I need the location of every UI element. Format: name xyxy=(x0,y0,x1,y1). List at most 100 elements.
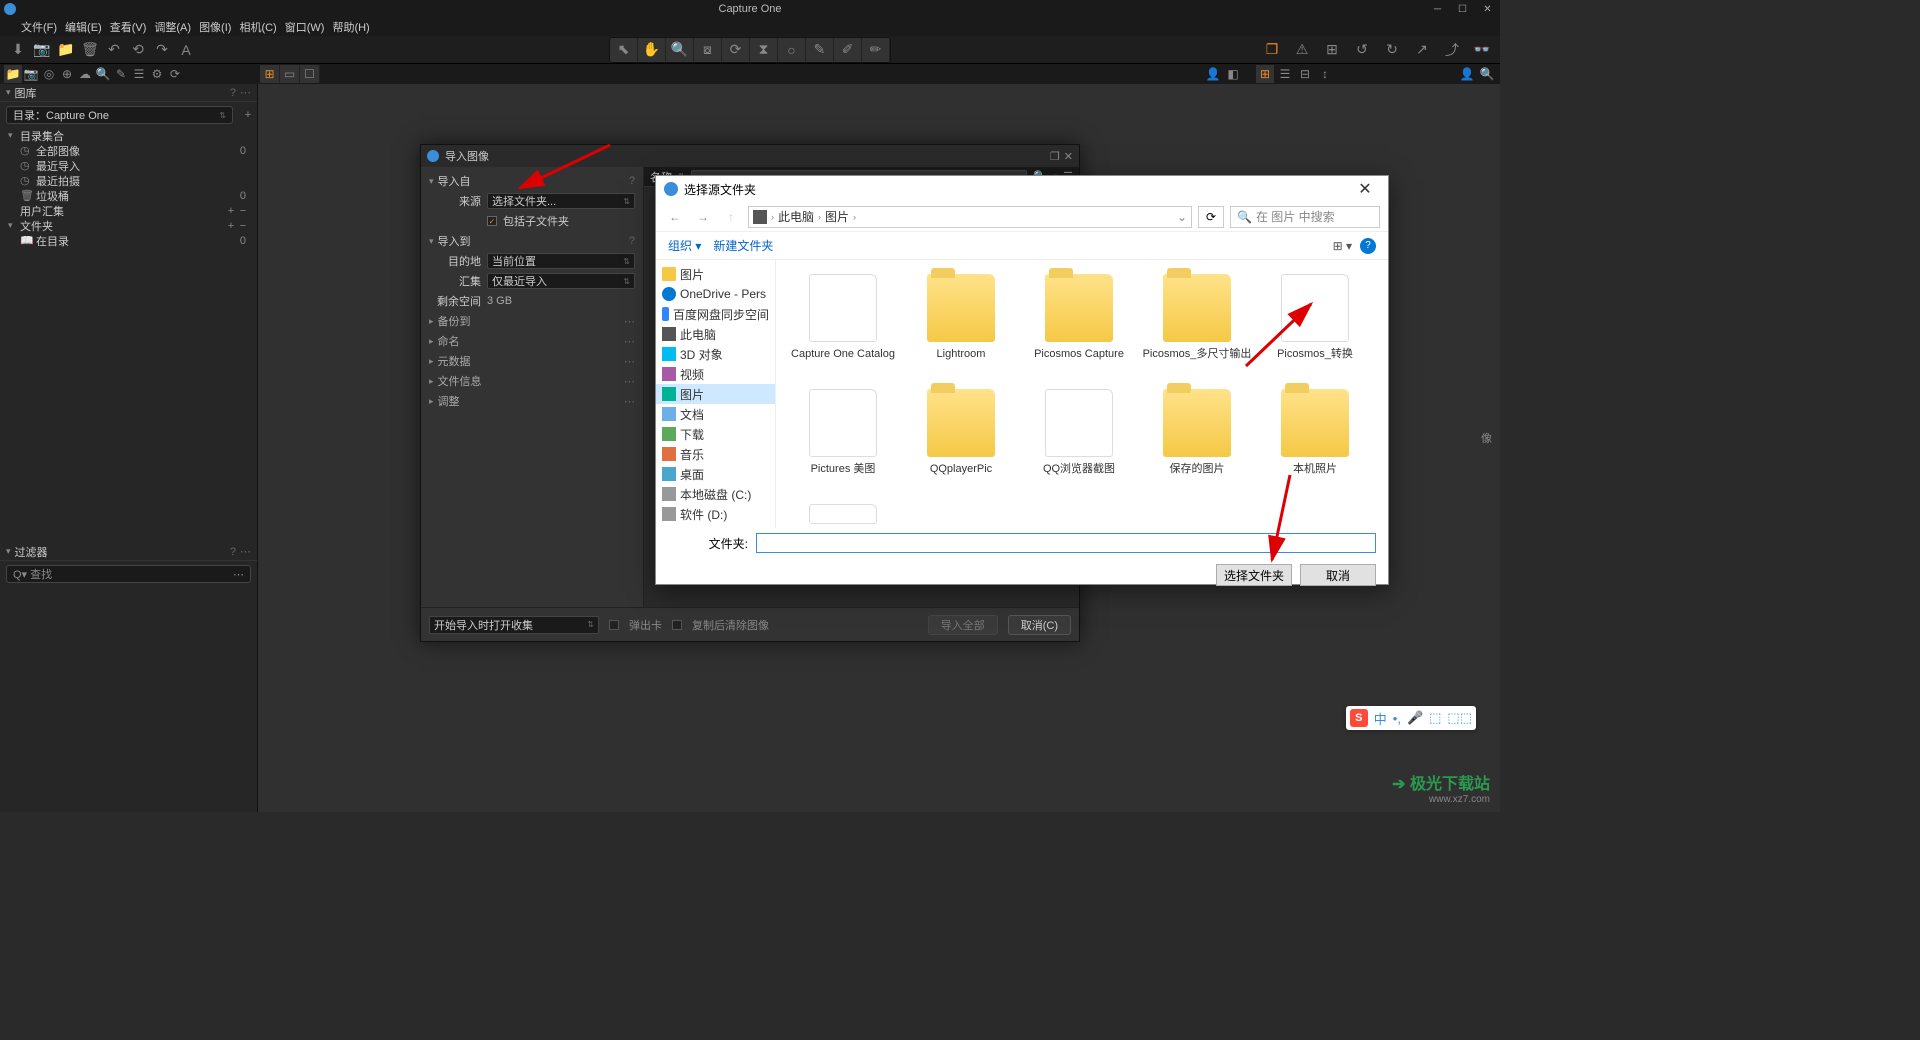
import-cancel-button[interactable]: 取消(C) xyxy=(1008,615,1071,635)
windows-icon[interactable]: ❐ xyxy=(1260,38,1284,62)
ime-lang-button[interactable]: 中 xyxy=(1374,709,1387,728)
reset-icon[interactable]: ⟲ xyxy=(126,38,150,62)
tab-capture-icon[interactable]: 📷 xyxy=(22,65,40,83)
trash-icon[interactable]: 🗑 xyxy=(78,38,102,62)
loupe-icon[interactable]: 🔍 xyxy=(666,38,694,62)
addr-dropdown-icon[interactable]: ⌄ xyxy=(1177,210,1187,224)
ime-toolbar[interactable]: S 中 •, 🎤 ⬚ ⬚⬚ xyxy=(1346,706,1476,730)
dialog-restore-icon[interactable]: ❐ xyxy=(1050,150,1060,163)
section-adjust[interactable]: ▸调整⋯ xyxy=(421,391,643,411)
tree-group-catalog[interactable]: ▾目录集合 xyxy=(0,128,257,143)
folder-dialog-close-button[interactable]: ✕ xyxy=(1350,179,1380,199)
add-icon[interactable]: + xyxy=(225,205,237,217)
tree-item[interactable]: OneDrive - Pers xyxy=(656,284,775,304)
filter-menu-icon[interactable]: ⋯ xyxy=(240,545,251,558)
tab-meta-icon[interactable]: ☰ xyxy=(130,65,148,83)
rotate-ccw-icon[interactable]: ↺ xyxy=(1350,38,1374,62)
rview-info-icon[interactable]: ⊟ xyxy=(1296,65,1314,83)
tab-color-icon[interactable]: ⊕ xyxy=(58,65,76,83)
filter-help-icon[interactable]: ? xyxy=(230,546,236,558)
rotate-icon[interactable]: ⟳ xyxy=(722,38,750,62)
tree-item[interactable]: 3D 对象 xyxy=(656,344,775,364)
catalog-selector[interactable]: 目录：Capture One ⇅ xyxy=(6,106,233,124)
import-icon[interactable]: ⬇ xyxy=(6,38,30,62)
user-icon[interactable]: 👤 xyxy=(1204,65,1222,83)
section-import-to[interactable]: ▾导入到? xyxy=(421,231,643,251)
rview-grid-icon[interactable]: ⊞ xyxy=(1256,65,1274,83)
folder-item[interactable]: Capture One Catalog xyxy=(784,268,902,383)
ime-voice-button[interactable]: 🎤 xyxy=(1407,710,1423,726)
add-folder-icon[interactable]: + xyxy=(225,220,237,232)
undo-icon[interactable]: ↶ xyxy=(102,38,126,62)
view-mode-icon[interactable]: ⊞ ▾ xyxy=(1333,239,1352,253)
tree-item[interactable]: 下载 xyxy=(656,424,775,444)
section-import-from[interactable]: ▾导入自? xyxy=(421,171,643,191)
folder-item[interactable]: 本机照片 xyxy=(1256,383,1374,498)
section-backup[interactable]: ▸备份到⋯ xyxy=(421,311,643,331)
auto-icon[interactable]: A xyxy=(174,38,198,62)
refresh-button[interactable]: ⟳ xyxy=(1198,206,1224,228)
tree-item[interactable]: 图片 xyxy=(656,264,775,284)
tree-recent-import[interactable]: ◷最近导入 xyxy=(0,158,257,173)
menu-edit[interactable]: 编辑(E) xyxy=(62,19,105,35)
hand-icon[interactable]: ✋ xyxy=(638,38,666,62)
folder-search-input[interactable]: 🔍 在 图片 中搜索 xyxy=(1230,206,1380,228)
folder-item[interactable]: 保存的图片 xyxy=(1138,383,1256,498)
folder-item[interactable]: Picosmos Capture xyxy=(1020,268,1138,383)
keystone-icon[interactable]: ⧗ xyxy=(750,38,778,62)
add-catalog-button[interactable]: + xyxy=(239,109,257,121)
tab-batch-icon[interactable]: ⟳ xyxy=(166,65,184,83)
tree-item[interactable]: 此电脑 xyxy=(656,324,775,344)
folder-item[interactable]: Pictures 美图 xyxy=(784,383,902,498)
include-subfolders-checkbox[interactable]: ✓ xyxy=(487,216,497,226)
close-button[interactable]: ✕ xyxy=(1475,0,1500,18)
panel-filter-head[interactable]: ▾ 过滤器 ? ⋯ xyxy=(0,543,257,561)
glasses-icon[interactable]: 👓 xyxy=(1470,38,1494,62)
tree-item[interactable]: 软件 (D:) xyxy=(656,504,775,524)
help-icon[interactable]: ? xyxy=(1360,238,1376,254)
destination-selector[interactable]: 当前位置⇅ xyxy=(487,253,635,269)
new-folder-button[interactable]: 新建文件夹 xyxy=(713,237,773,254)
redo-icon[interactable]: ↷ xyxy=(150,38,174,62)
ime-punct-button[interactable]: •, xyxy=(1393,711,1401,726)
view-filmstrip-icon[interactable]: ▭ xyxy=(280,65,300,83)
section-fileinfo[interactable]: ▸文件信息⋯ xyxy=(421,371,643,391)
panel-library-head[interactable]: ▾ 图库 ? ⋯ xyxy=(0,84,257,102)
section-metadata[interactable]: ▸元数据⋯ xyxy=(421,351,643,371)
warning-icon[interactable]: ⚠ xyxy=(1290,38,1314,62)
filter-search-input[interactable]: Q▾ 查找 ⋯ xyxy=(6,565,251,583)
menu-view[interactable]: 查看(V) xyxy=(107,19,150,35)
rview-list-icon[interactable]: ☰ xyxy=(1276,65,1294,83)
menu-window[interactable]: 窗口(W) xyxy=(282,19,328,35)
tab-adjust-icon[interactable]: ✎ xyxy=(112,65,130,83)
menu-file[interactable]: 文件(F) xyxy=(18,19,60,35)
ime-logo-icon[interactable]: S xyxy=(1350,709,1368,727)
organize-menu[interactable]: 组织 ▾ xyxy=(668,237,701,254)
dialog-close-icon[interactable]: ✕ xyxy=(1064,150,1073,163)
minimize-button[interactable]: ─ xyxy=(1425,0,1450,18)
address-bar[interactable]: › 此电脑 › 图片 › ⌄ xyxy=(748,206,1192,228)
mask-grad-icon[interactable]: ✏ xyxy=(862,38,890,62)
folder-item[interactable]: QQplayerPic xyxy=(902,383,1020,498)
tree-all-images[interactable]: ◷全部图像0 xyxy=(0,143,257,158)
folder-item[interactable]: QQ浏览器截图 xyxy=(1020,383,1138,498)
collection-selector[interactable]: 仅最近导入⇅ xyxy=(487,273,635,289)
grid-icon[interactable]: ⊞ xyxy=(1320,38,1344,62)
folder-dialog-titlebar[interactable]: 选择源文件夹 ✕ xyxy=(656,176,1388,202)
maximize-button[interactable]: ☐ xyxy=(1450,0,1475,18)
import-dialog-title-bar[interactable]: 导入图像 ❐✕ xyxy=(421,145,1079,167)
section-naming[interactable]: ▸命名⋯ xyxy=(421,331,643,351)
rsearch-icon[interactable]: 🔍 xyxy=(1478,65,1496,83)
source-selector[interactable]: 选择文件夹...⇅ xyxy=(487,193,635,209)
rview-sort-icon[interactable]: ↕ xyxy=(1316,65,1334,83)
share-icon[interactable]: ⤴ xyxy=(1440,38,1464,62)
search-menu-icon[interactable]: ⋯ xyxy=(233,568,244,581)
nav-forward-icon[interactable]: → xyxy=(692,206,714,228)
tree-group-folders[interactable]: ▾文件夹 +− xyxy=(0,218,257,233)
import-all-button[interactable]: 导入全部 xyxy=(928,615,998,635)
crop-icon[interactable]: ⧇ xyxy=(694,38,722,62)
remove-folder-icon[interactable]: − xyxy=(237,220,249,232)
export-icon[interactable]: ↗ xyxy=(1410,38,1434,62)
ime-pad-button[interactable]: ⬚ xyxy=(1429,710,1441,726)
tree-item[interactable]: 音乐 xyxy=(656,444,775,464)
